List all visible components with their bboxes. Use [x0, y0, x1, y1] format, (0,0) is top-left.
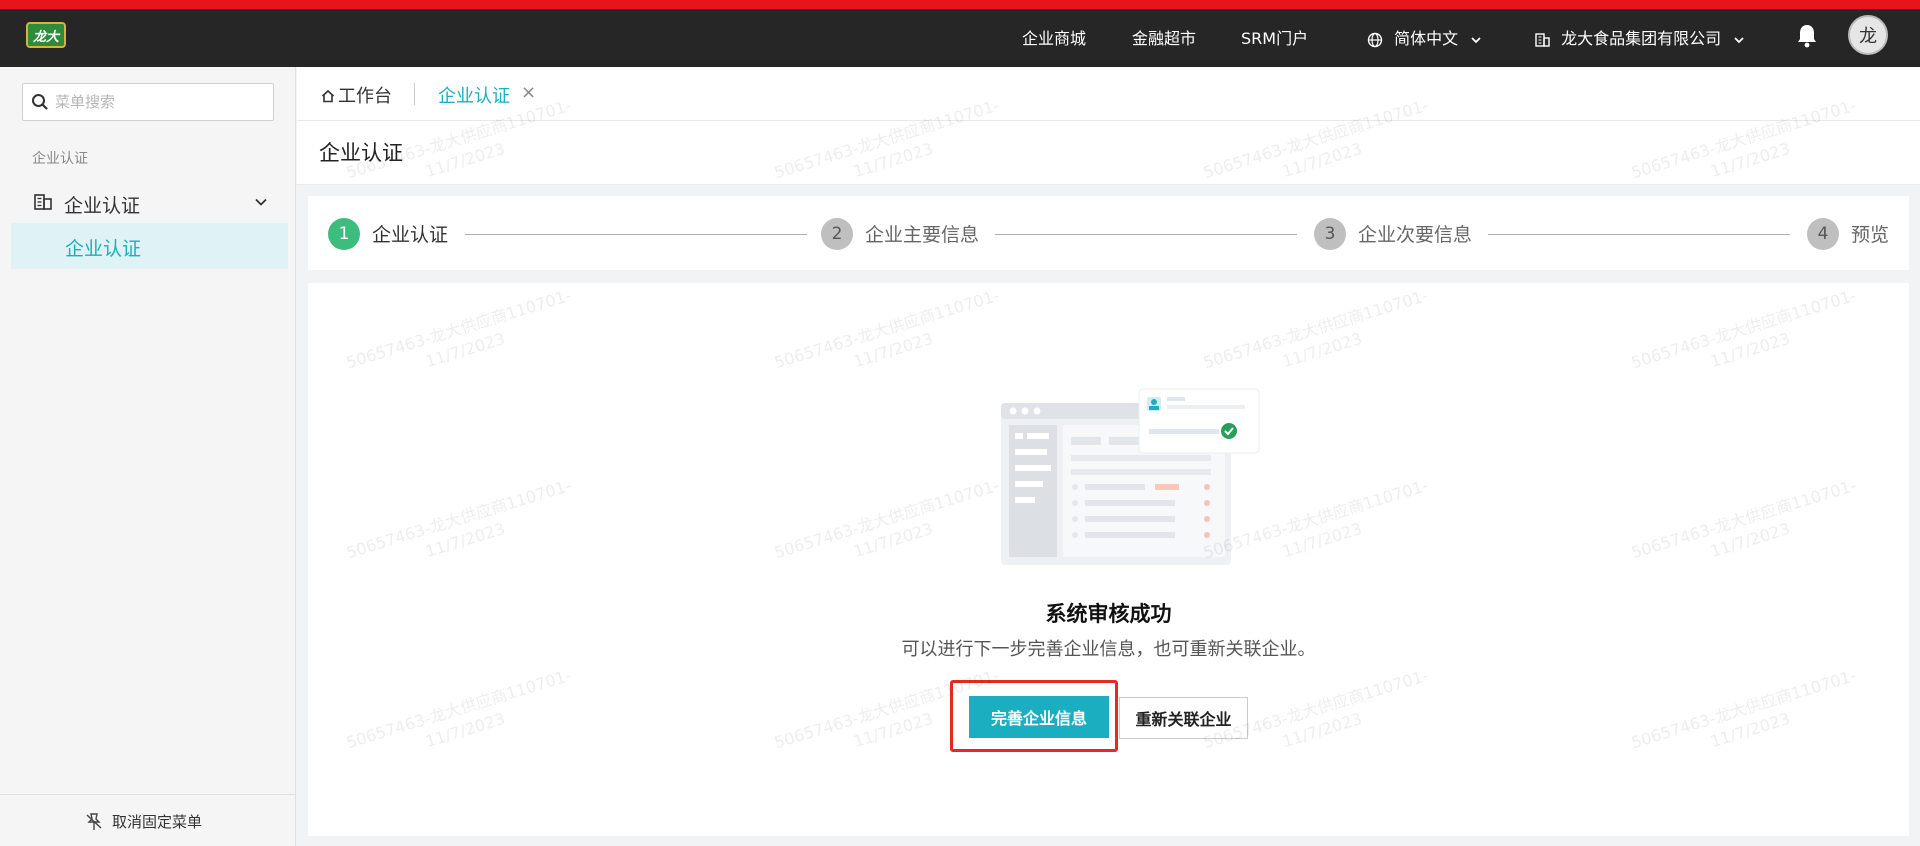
tab-enterprise-cert[interactable]: 企业认证 [438, 82, 510, 108]
top-navigation-bar: 龙大 企业商城 金融超市 SRM门户 简体中文 龙大食品集团有限公司 龙 [0, 9, 1920, 67]
tab-close-button[interactable]: × [521, 82, 536, 103]
unpin-menu-button[interactable]: 取消固定菜单 [112, 811, 202, 832]
chevron-down-icon [255, 198, 267, 206]
step-connector [465, 234, 807, 235]
company-name: 龙大食品集团有限公司 [1561, 29, 1722, 48]
step-3-circle: 3 [1314, 218, 1346, 250]
sidebar-footer: 取消固定菜单 [0, 794, 296, 846]
search-icon [32, 94, 48, 110]
step-3-label: 企业次要信息 [1358, 224, 1473, 246]
chevron-down-icon [1734, 36, 1744, 43]
page-header: 企业认证 [297, 121, 1920, 185]
company-logo[interactable]: 龙大 [26, 22, 66, 48]
building-icon [1535, 33, 1550, 47]
user-avatar[interactable]: 龙 [1848, 15, 1888, 55]
sidebar-menu-label: 企业认证 [64, 195, 141, 217]
tab-workbench[interactable]: 工作台 [321, 82, 392, 108]
step-progress: 1 企业认证 2 企业主要信息 3 企业次要信息 4 预览 [308, 196, 1909, 270]
sidebar-menu-enterprise-cert[interactable]: 企业认证 [0, 180, 296, 226]
step-2-label: 企业主要信息 [865, 224, 980, 246]
sidebar-group-label: 企业认证 [32, 151, 88, 167]
chevron-down-icon [1471, 36, 1481, 43]
bell-icon[interactable] [1795, 22, 1819, 50]
building-icon [34, 194, 52, 210]
result-title: 系统审核成功 [1045, 602, 1172, 626]
page-title: 企业认证 [319, 141, 403, 165]
home-icon [321, 89, 335, 103]
step-4-label: 预览 [1851, 224, 1890, 246]
sidebar: 企业认证 企业认证 企业认证 取消固定菜单 [0, 67, 296, 846]
result-card: 系统审核成功 可以进行下一步完善企业信息，也可重新关联企业。 完善企业信息 重新… [308, 283, 1909, 836]
tab-divider [414, 83, 415, 105]
globe-icon [1367, 32, 1383, 47]
sidebar-item-label: 企业认证 [65, 238, 142, 260]
language-label: 简体中文 [1394, 29, 1459, 48]
complete-enterprise-info-button[interactable]: 完善企业信息 [969, 696, 1109, 738]
relink-enterprise-button[interactable]: 重新关联企业 [1119, 697, 1248, 739]
nav-link-enterprise-mall[interactable]: 企业商城 [1022, 25, 1086, 49]
step-2-circle: 2 [821, 218, 853, 250]
menu-search[interactable] [22, 83, 274, 121]
language-selector[interactable]: 简体中文 [1367, 25, 1483, 49]
nav-link-finance-market[interactable]: 金融超市 [1132, 25, 1196, 49]
unpin-icon [86, 813, 102, 830]
step-connector [1488, 234, 1790, 235]
page-tabs: 工作台 企业认证 × [297, 67, 1920, 121]
tab-workbench-label: 工作台 [338, 86, 392, 107]
result-description: 可以进行下一步完善企业信息，也可重新关联企业。 [901, 639, 1316, 660]
step-1-circle: 1 [328, 218, 360, 250]
step-connector [995, 234, 1297, 235]
top-accent-line [0, 0, 1920, 9]
menu-search-input[interactable] [55, 84, 265, 120]
step-4-circle: 4 [1807, 218, 1839, 250]
company-selector[interactable]: 龙大食品集团有限公司 [1535, 25, 1746, 49]
nav-link-srm-portal[interactable]: SRM门户 [1241, 25, 1308, 49]
verification-success-illustration [1001, 388, 1260, 565]
step-1-label: 企业认证 [372, 224, 449, 246]
sidebar-item-enterprise-cert[interactable]: 企业认证 [11, 223, 288, 269]
